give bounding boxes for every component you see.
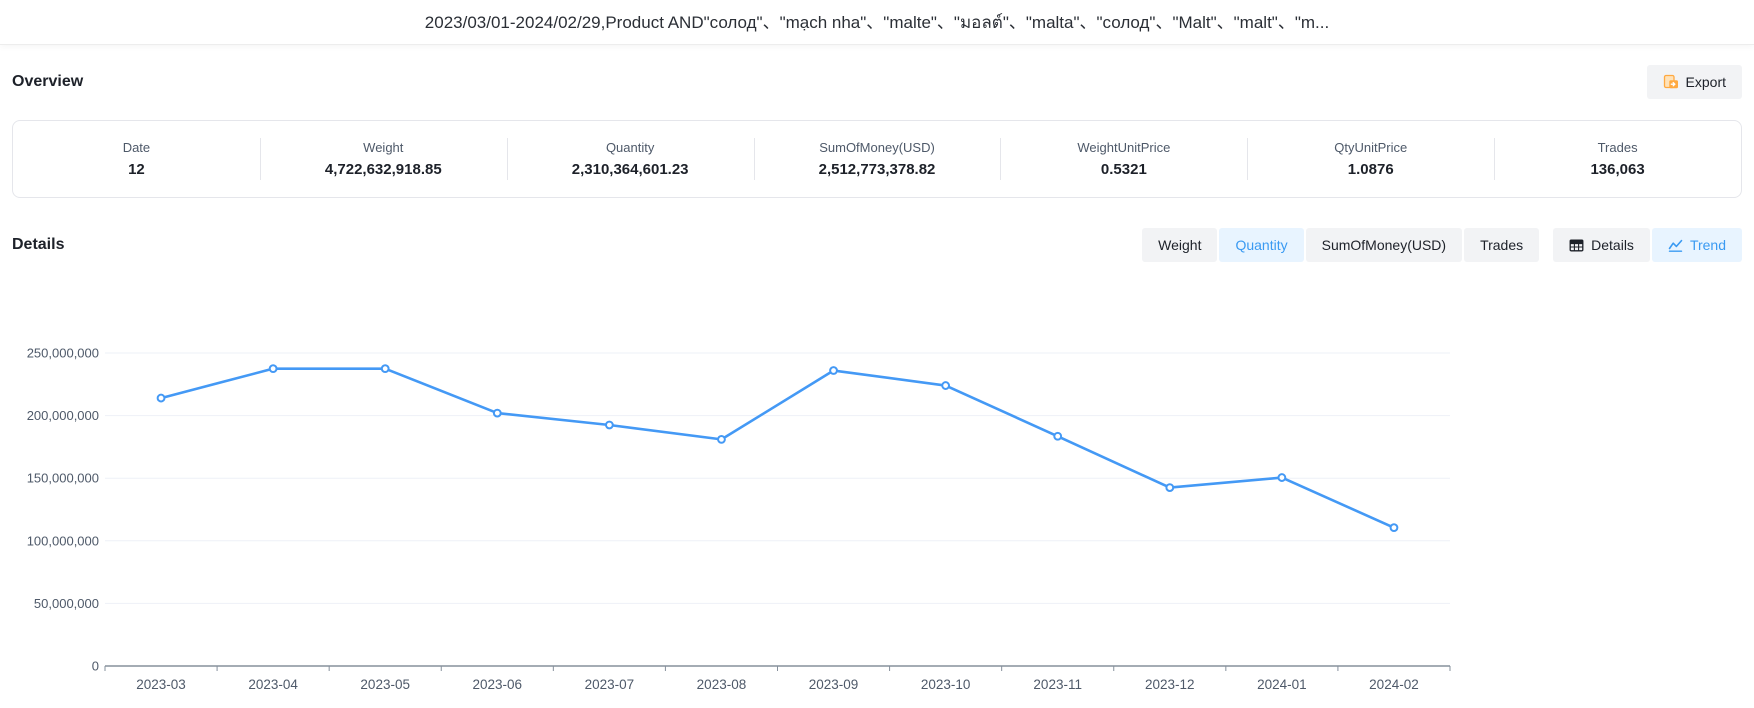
- export-button-label: Export: [1686, 74, 1726, 90]
- trend-icon: [1668, 238, 1683, 253]
- data-point: [1054, 433, 1061, 440]
- x-axis-label: 2023-12: [1145, 677, 1195, 692]
- details-header-row: Details Weight Quantity SumOfMoney(USD) …: [12, 228, 1742, 262]
- top-title-bar: 2023/03/01-2024/02/29,Product AND"солод"…: [0, 0, 1754, 45]
- tab-details-label: Details: [1591, 237, 1634, 253]
- stat-weight: Weight 4,722,632,918.85: [260, 121, 507, 197]
- stat-value: 136,063: [1590, 161, 1644, 178]
- details-heading: Details: [12, 236, 64, 254]
- data-point: [942, 382, 949, 389]
- y-axis-label: 250,000,000: [27, 346, 99, 361]
- stat-label: Weight: [363, 140, 403, 155]
- stat-label: Quantity: [606, 140, 654, 155]
- x-axis-label: 2023-04: [248, 677, 298, 692]
- x-axis-label: 2023-06: [473, 677, 523, 692]
- stat-qty-unit-price: QtyUnitPrice 1.0876: [1247, 121, 1494, 197]
- data-point: [382, 365, 389, 372]
- x-axis-label: 2023-08: [697, 677, 747, 692]
- page-title: 2023/03/01-2024/02/29,Product AND"солод"…: [425, 8, 1329, 36]
- export-button[interactable]: Export: [1647, 65, 1742, 99]
- stat-value: 4,722,632,918.85: [325, 161, 442, 178]
- data-point: [606, 422, 613, 429]
- x-axis-label: 2024-02: [1369, 677, 1419, 692]
- table-icon: [1569, 238, 1584, 253]
- stat-weight-unit-price: WeightUnitPrice 0.5321: [1000, 121, 1247, 197]
- stat-label: Date: [123, 140, 150, 155]
- data-point: [1391, 524, 1398, 531]
- stat-quantity: Quantity 2,310,364,601.23: [507, 121, 754, 197]
- x-axis-label: 2023-03: [136, 677, 186, 692]
- stat-value: 2,512,773,378.82: [819, 161, 936, 178]
- data-point: [718, 436, 725, 443]
- stat-date: Date 12: [13, 121, 260, 197]
- stat-value: 0.5321: [1101, 161, 1147, 178]
- y-axis-label: 150,000,000: [27, 471, 99, 486]
- stat-label: Trades: [1598, 140, 1638, 155]
- y-axis-label: 100,000,000: [27, 533, 99, 548]
- data-point: [830, 367, 837, 374]
- x-axis-label: 2023-05: [360, 677, 410, 692]
- stat-label: QtyUnitPrice: [1334, 140, 1407, 155]
- metric-tab-group: Weight Quantity SumOfMoney(USD) Trades: [1142, 228, 1539, 262]
- data-point: [494, 410, 501, 417]
- trend-chart-area: 50,000,000 100,000,000 150,000,000 200,000,…: [12, 278, 1742, 708]
- y-axis-label: 0: [92, 659, 99, 674]
- stat-trades: Trades 136,063: [1494, 121, 1741, 197]
- overview-header-row: Overview Export: [12, 65, 1742, 99]
- stat-value: 12: [128, 161, 145, 178]
- trend-chart[interactable]: 50,000,000 100,000,000 150,000,000 200,000,…: [12, 278, 1466, 703]
- stat-value: 1.0876: [1348, 161, 1394, 178]
- x-axis-label: 2023-11: [1033, 677, 1082, 692]
- stat-value: 2,310,364,601.23: [572, 161, 689, 178]
- y-axis-label: 200,000,000: [27, 408, 99, 423]
- tab-trend-view[interactable]: Trend: [1652, 228, 1742, 262]
- overview-heading: Overview: [12, 73, 83, 91]
- tab-details-view[interactable]: Details: [1553, 228, 1650, 262]
- x-axis-label: 2023-09: [809, 677, 859, 692]
- data-point: [270, 365, 277, 372]
- overview-stats-card: Date 12 Weight 4,722,632,918.85 Quantity…: [12, 120, 1742, 198]
- y-axis-label: 50,000,000: [34, 596, 99, 611]
- stat-label: SumOfMoney(USD): [819, 140, 935, 155]
- x-axis-label: 2023-10: [921, 677, 971, 692]
- data-point: [1278, 474, 1285, 481]
- view-tab-group: Details Trend: [1553, 228, 1742, 262]
- stat-label: WeightUnitPrice: [1077, 140, 1170, 155]
- x-axis-label: 2023-07: [585, 677, 635, 692]
- data-point: [1166, 484, 1173, 491]
- details-controls: Weight Quantity SumOfMoney(USD) Trades D…: [1142, 228, 1742, 262]
- main-content: Overview Export Date 12 Weight 4,722,632…: [0, 65, 1754, 708]
- x-axis-label: 2024-01: [1257, 677, 1307, 692]
- stat-sum-of-money: SumOfMoney(USD) 2,512,773,378.82: [754, 121, 1001, 197]
- tab-trades[interactable]: Trades: [1464, 228, 1539, 262]
- tab-sum-of-money[interactable]: SumOfMoney(USD): [1306, 228, 1462, 262]
- tab-trend-label: Trend: [1690, 237, 1726, 253]
- tab-quantity[interactable]: Quantity: [1219, 228, 1303, 262]
- export-icon: [1663, 74, 1679, 90]
- data-point: [158, 395, 165, 402]
- tab-weight[interactable]: Weight: [1142, 228, 1217, 262]
- trend-line: [161, 369, 1394, 528]
